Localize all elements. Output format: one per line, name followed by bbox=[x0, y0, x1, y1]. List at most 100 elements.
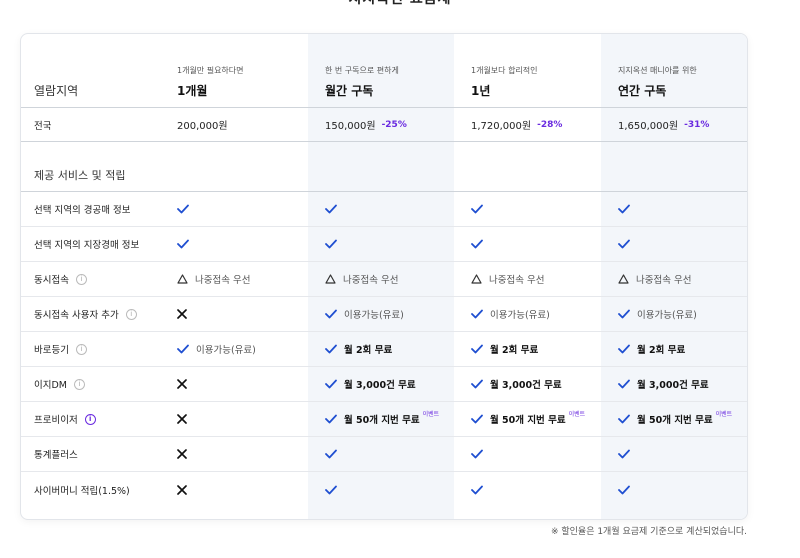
feature-name: 선택 지역의 지장경매 정보 bbox=[34, 240, 140, 251]
feature-label: 프로비이저 i bbox=[21, 402, 158, 437]
feature-value bbox=[308, 192, 454, 227]
section-spacer bbox=[308, 142, 454, 192]
x-icon bbox=[177, 309, 187, 319]
feature-name: 동시접속 사용자 추가 bbox=[34, 310, 119, 321]
section-spacer bbox=[454, 142, 601, 192]
info-icon[interactable]: i bbox=[74, 378, 85, 390]
feature-name: 동시접속 bbox=[34, 275, 69, 286]
price-cell: 200,000원 bbox=[158, 108, 308, 142]
plan-subtitle: 한 번 구독으로 편하게 bbox=[325, 66, 399, 75]
feature-value bbox=[454, 437, 601, 472]
feature-value-text: 이용가능(유료) bbox=[344, 310, 404, 321]
check-icon bbox=[618, 239, 630, 249]
feature-value bbox=[308, 227, 454, 262]
feature-value-text: 월 2회 무료 bbox=[637, 345, 686, 356]
check-icon bbox=[325, 414, 337, 424]
check-icon bbox=[471, 309, 483, 319]
check-icon bbox=[177, 344, 189, 354]
feature-value-text: 월 3,000건 무료 bbox=[490, 380, 562, 391]
feature-value: 월 3,000건 무료 bbox=[308, 367, 454, 402]
plan-header-3: 1개월보다 합리적인 1년 bbox=[454, 34, 601, 108]
section-spacer bbox=[158, 142, 308, 192]
feature-value: 이용가능(유료) bbox=[308, 297, 454, 332]
feature-value bbox=[158, 227, 308, 262]
feature-label: 동시접속 사용자 추가 i bbox=[21, 297, 158, 332]
check-icon bbox=[618, 449, 630, 459]
triangle-icon bbox=[325, 274, 336, 284]
feature-label: 선택 지역의 지장경매 정보 bbox=[21, 227, 158, 262]
check-icon bbox=[471, 414, 483, 424]
pricing-grid: 열람지역 1개월만 필요하다면 1개월 한 번 구독으로 편하게 월간 구독 1개월보다 … bbox=[21, 34, 747, 507]
feature-value-text: 월 50개 지번 무료 bbox=[637, 415, 713, 426]
feature-value: 월 2회 무료 bbox=[454, 332, 601, 367]
plan-subtitle: 1개월만 필요하다면 bbox=[177, 66, 244, 75]
feature-value-text: 나중접속 우선 bbox=[195, 275, 251, 286]
feature-value-text: 이용가능(유료) bbox=[637, 310, 697, 321]
feature-value bbox=[158, 402, 308, 437]
info-icon[interactable]: i bbox=[125, 308, 137, 320]
plan-header-2: 한 번 구독으로 편하게월간 구독 bbox=[308, 34, 454, 108]
check-icon bbox=[325, 204, 337, 214]
feature-value-text: 월 50개 지번 무료 bbox=[344, 415, 420, 426]
feature-value bbox=[454, 192, 601, 227]
feature-value-text: 월 50개 지번 무료 bbox=[490, 415, 566, 426]
feature-value-text: 나중접속 우선 bbox=[489, 275, 545, 286]
feature-name: 프로비이저 bbox=[34, 415, 78, 426]
feature-value: 월 2회 무료 bbox=[308, 332, 454, 367]
x-icon bbox=[177, 484, 187, 495]
check-icon bbox=[325, 379, 337, 389]
check-icon bbox=[618, 485, 630, 495]
feature-name: 사이버머니 적립(1.5%) bbox=[34, 485, 130, 497]
plan-price: 1,650,000원 bbox=[618, 121, 679, 132]
check-icon bbox=[325, 309, 337, 319]
feature-label: 바로등기 i bbox=[21, 332, 158, 367]
price-cell: 1,720,000원 -28% bbox=[454, 108, 601, 142]
feature-name: 이지DM bbox=[34, 380, 67, 391]
region-label: 열람지역 bbox=[34, 84, 79, 98]
feature-value: 이용가능(유료) bbox=[454, 297, 601, 332]
section-spacer bbox=[601, 142, 747, 192]
feature-value: 나중접속 우선 bbox=[601, 262, 747, 297]
plan-price: 200,000원 bbox=[177, 121, 228, 132]
feature-label: 동시접속 i bbox=[21, 262, 158, 297]
feature-value: 나중접속 우선 bbox=[308, 262, 454, 297]
feature-label: 사이버머니 적립(1.5%) bbox=[21, 472, 158, 507]
check-icon bbox=[471, 449, 483, 459]
info-icon[interactable]: i bbox=[75, 273, 87, 285]
feature-name: 바로등기 bbox=[34, 345, 69, 356]
feature-value: 월 50개 지번 무료 이벤트 bbox=[308, 402, 454, 437]
triangle-icon bbox=[471, 274, 482, 284]
feature-value-text: 월 3,000건 무료 bbox=[637, 380, 709, 391]
feature-name: 통계플러스 bbox=[34, 450, 78, 461]
check-icon bbox=[177, 239, 189, 249]
plan-subtitle: 지지옥션 매니아를 위한 bbox=[618, 66, 697, 75]
pricing-table: 열람지역 1개월만 필요하다면 1개월 한 번 구독으로 편하게 월간 구독 1개월보다 … bbox=[20, 33, 748, 520]
feature-value-text: 이용가능(유료) bbox=[490, 310, 550, 321]
event-badge: 이벤트 bbox=[568, 410, 586, 418]
feature-value bbox=[601, 227, 747, 262]
feature-value: 이용가능(유료) bbox=[601, 297, 747, 332]
feature-value bbox=[454, 227, 601, 262]
feature-value: 월 50개 지번 무료 이벤트 bbox=[454, 402, 601, 437]
feature-value bbox=[308, 472, 454, 507]
feature-label: 통계플러스 bbox=[21, 437, 158, 472]
feature-value: 월 3,000건 무료 bbox=[454, 367, 601, 402]
plan-name: 연간 구독 bbox=[618, 84, 667, 98]
plan-header-4: 지지옥션 매니아를 위한연간 구독 bbox=[601, 34, 747, 108]
check-icon bbox=[618, 204, 630, 214]
info-icon[interactable]: i bbox=[84, 413, 96, 425]
feature-value bbox=[158, 367, 308, 402]
check-icon bbox=[471, 379, 483, 389]
feature-value-text: 이용가능(유료) bbox=[196, 345, 256, 356]
feature-label: 이지DM i bbox=[21, 367, 158, 402]
plan-header-1: 1개월만 필요하다면 1개월 bbox=[158, 34, 308, 108]
feature-value-text: 월 2회 무료 bbox=[344, 345, 393, 356]
feature-value: 월 50개 지번 무료 이벤트 bbox=[601, 402, 747, 437]
info-icon[interactable]: i bbox=[75, 343, 87, 355]
check-icon bbox=[471, 204, 483, 214]
check-icon bbox=[618, 344, 630, 354]
discount-badge: -31% bbox=[684, 119, 710, 130]
section-title: 제공 서비스 및 적립 bbox=[34, 169, 126, 182]
plan-name: 월간 구독 bbox=[325, 84, 374, 98]
page-title: 지지옥션 요금제 bbox=[0, 0, 800, 8]
